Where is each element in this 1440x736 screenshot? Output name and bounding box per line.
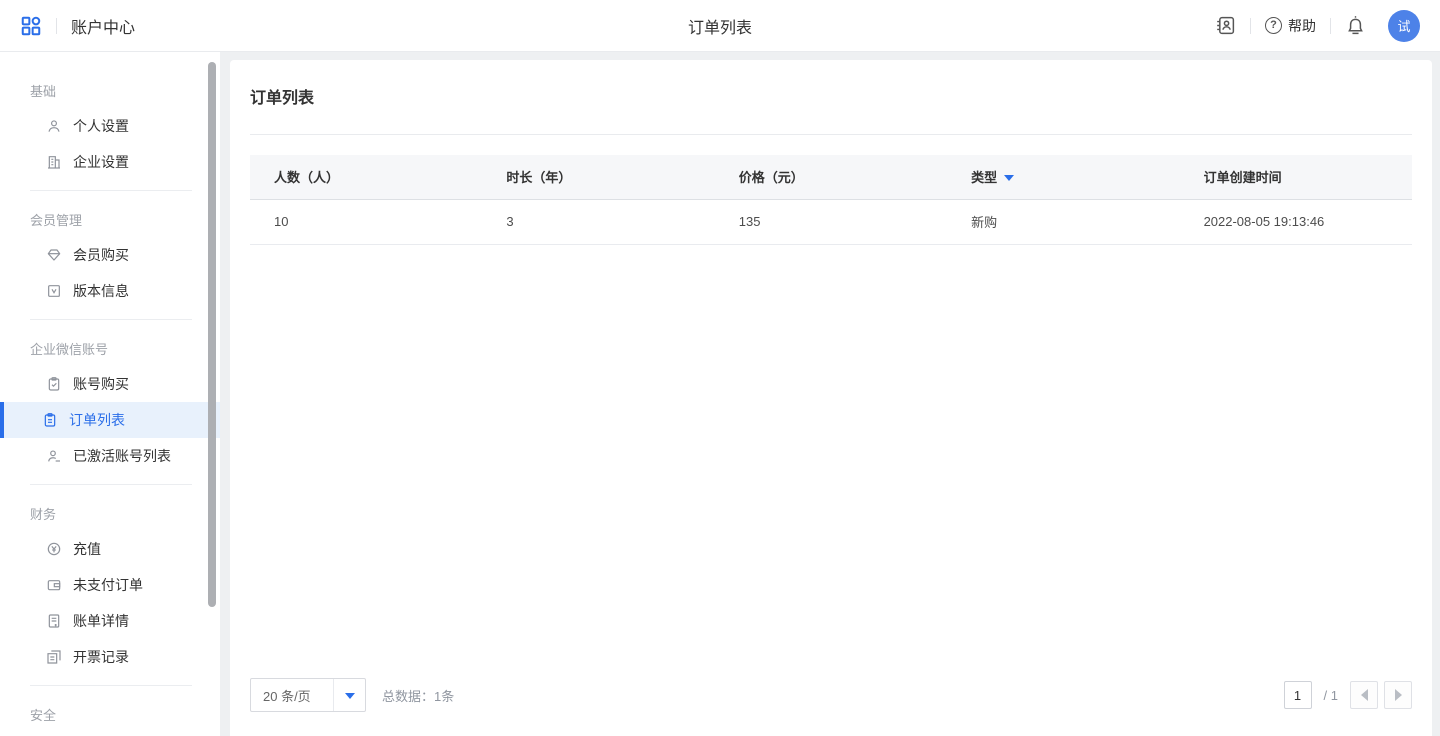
sidebar-item-label: 开票记录 [73, 647, 129, 667]
sidebar-item-label: 订单列表 [69, 410, 125, 430]
sidebar-item-label: 版本信息 [73, 281, 129, 301]
help-label: 帮助 [1288, 16, 1316, 36]
col-header-type: 类型 [947, 155, 1179, 199]
order-list-icon [42, 412, 58, 428]
page-size-value: 20 条/页 [251, 686, 333, 705]
help-icon: ? [1265, 17, 1282, 34]
table-footer: 20 条/页 总数据：1条 1 / 1 [230, 678, 1432, 736]
sidebar-item-label: 账单详情 [73, 611, 129, 631]
section-divider [30, 190, 192, 191]
cell-people: 10 [250, 199, 482, 244]
section-divider [30, 685, 192, 686]
help-button[interactable]: ? 帮助 [1265, 16, 1316, 36]
contacts-icon[interactable] [1215, 15, 1236, 36]
order-table: 人数（人） 时长（年） 价格（元） 类型 订单创建时间 10 3 [250, 155, 1412, 245]
arrow-left-icon [1361, 689, 1368, 701]
table-row: 10 3 135 新购 2022-08-05 19:13:46 [250, 199, 1412, 244]
sidebar-scrollbar[interactable] [208, 62, 216, 607]
page-title: 订单列表 [250, 84, 1412, 108]
cell-price: 135 [715, 199, 947, 244]
section-divider [30, 484, 192, 485]
building-icon [46, 154, 62, 170]
chevron-down-icon [345, 693, 355, 699]
sidebar-item-version-info[interactable]: 版本信息 [0, 273, 220, 309]
clipboard-check-icon [46, 376, 62, 392]
pagination: 1 / 1 [1284, 681, 1412, 709]
sidebar-item-member-purchase[interactable]: 会员购买 [0, 237, 220, 273]
sidebar-section-wecom-account: 企业微信账号 [0, 330, 220, 366]
sidebar: 基础 个人设置 企业设置 会员管理 [0, 52, 220, 736]
sidebar-item-unpaid-orders[interactable]: 未支付订单 [0, 567, 220, 603]
recharge-icon [46, 541, 62, 557]
current-page-input[interactable]: 1 [1284, 681, 1312, 709]
sidebar-item-invoice-records[interactable]: 开票记录 [0, 639, 220, 675]
col-header-type-label: 类型 [971, 167, 997, 186]
sidebar-item-recharge[interactable]: 充值 [0, 531, 220, 567]
cell-duration: 3 [482, 199, 714, 244]
cell-created-time: 2022-08-05 19:13:46 [1180, 199, 1412, 244]
sidebar-section-membership: 会员管理 [0, 201, 220, 237]
divider [1330, 18, 1331, 34]
version-icon [46, 283, 62, 299]
divider [1250, 18, 1251, 34]
sidebar-item-label: 个人设置 [73, 116, 129, 136]
avatar[interactable]: 试 [1388, 10, 1420, 42]
main-panel: 订单列表 人数（人） 时长（年） 价格（元） 类型 订单创建时间 [230, 60, 1432, 736]
user-list-icon [46, 448, 62, 464]
sidebar-item-activated-accounts[interactable]: 已激活账号列表 [0, 438, 220, 474]
wallet-icon [46, 577, 62, 593]
diamond-icon [46, 247, 62, 263]
sidebar-item-label: 未支付订单 [73, 575, 143, 595]
sidebar-item-label: 企业设置 [73, 152, 129, 172]
prev-page-button[interactable] [1350, 681, 1378, 709]
table-header-row: 人数（人） 时长（年） 价格（元） 类型 订单创建时间 [250, 155, 1412, 199]
user-icon [46, 118, 62, 134]
sidebar-item-company-settings[interactable]: 企业设置 [0, 144, 220, 180]
sidebar-item-label: 会员购买 [73, 245, 129, 265]
col-header-people: 人数（人） [250, 155, 482, 199]
next-page-button[interactable] [1384, 681, 1412, 709]
bill-icon [46, 613, 62, 629]
page-size-select[interactable]: 20 条/页 [250, 678, 366, 712]
sidebar-section-security: 安全 [0, 696, 220, 732]
sidebar-item-personal-settings[interactable]: 个人设置 [0, 108, 220, 144]
col-header-price: 价格（元） [715, 155, 947, 199]
col-header-created-time: 订单创建时间 [1180, 155, 1412, 199]
order-table-container: 人数（人） 时长（年） 价格（元） 类型 订单创建时间 10 3 [230, 135, 1432, 678]
app-title: 账户中心 [71, 14, 135, 38]
section-divider [30, 319, 192, 320]
sidebar-section-basic: 基础 [0, 72, 220, 108]
top-bar: 订单列表 账户中心 ? 帮助 [0, 0, 1440, 52]
page-size-dropdown-arrow [333, 679, 365, 711]
sidebar-item-label: 已激活账号列表 [73, 446, 171, 466]
sidebar-item-bill-details[interactable]: 账单详情 [0, 603, 220, 639]
sidebar-section-finance: 财务 [0, 495, 220, 531]
total-count-text: 总数据：1条 [382, 686, 454, 705]
total-pages-text: / 1 [1324, 688, 1338, 703]
filter-dropdown-icon[interactable] [1004, 175, 1014, 181]
sidebar-item-label: 充值 [73, 539, 101, 559]
sidebar-item-order-list[interactable]: 订单列表 [0, 402, 220, 438]
sidebar-item-account-purchase[interactable]: 账号购买 [0, 366, 220, 402]
divider [56, 18, 57, 34]
col-header-duration: 时长（年） [482, 155, 714, 199]
invoice-icon [46, 649, 62, 665]
apps-grid-icon[interactable] [20, 15, 42, 37]
arrow-right-icon [1395, 689, 1402, 701]
bell-icon[interactable] [1345, 15, 1366, 36]
sidebar-item-label: 账号购买 [73, 374, 129, 394]
cell-type: 新购 [947, 199, 1179, 244]
